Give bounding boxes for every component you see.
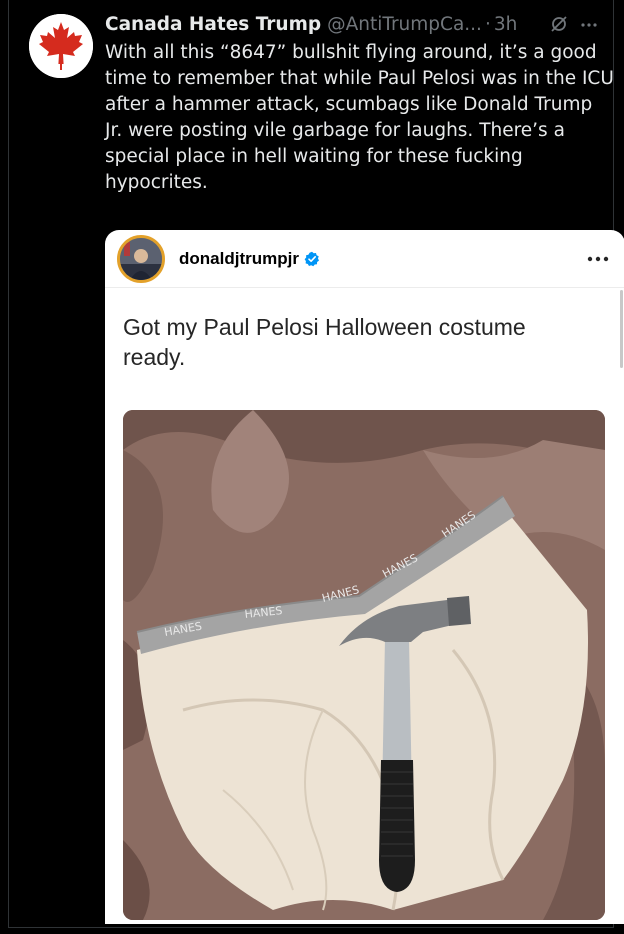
quoted-username[interactable]: donaldjtrumpjr (179, 249, 299, 269)
verified-badge-icon (304, 251, 320, 267)
tweet-header: Canada Hates Trump @AntiTrumpCa... · 3h (105, 10, 599, 38)
post-photo[interactable]: HANES HANES HANES HANES HANES (123, 410, 605, 920)
scrollbar[interactable] (620, 290, 623, 368)
display-name[interactable]: Canada Hates Trump (105, 14, 321, 35)
photo-illustration: HANES HANES HANES HANES HANES (123, 410, 605, 920)
more-horizontal-icon[interactable] (587, 255, 609, 263)
tweet-card[interactable]: Canada Hates Trump @AntiTrumpCa... · 3h … (8, 0, 624, 928)
quoted-post-header: donaldjtrumpjr (105, 230, 624, 288)
quoted-avatar[interactable] (117, 234, 165, 283)
user-handle[interactable]: @AntiTrumpCa... (327, 14, 482, 35)
more-horizontal-icon[interactable] (579, 14, 599, 34)
quoted-caption: Got my Paul Pelosi Halloween costume rea… (123, 314, 526, 370)
quoted-post[interactable]: donaldjtrumpjr Got my Paul Pelosi Hallow… (105, 230, 624, 924)
header-actions (549, 14, 599, 34)
timestamp[interactable]: 3h (494, 14, 518, 35)
canada-maple-leaf-icon (29, 14, 93, 78)
tweet-text: With all this “8647” bullshit flying aro… (105, 42, 614, 193)
grok-icon[interactable] (549, 14, 569, 34)
profile-avatar[interactable] (29, 14, 93, 78)
separator-dot: · (484, 13, 491, 35)
